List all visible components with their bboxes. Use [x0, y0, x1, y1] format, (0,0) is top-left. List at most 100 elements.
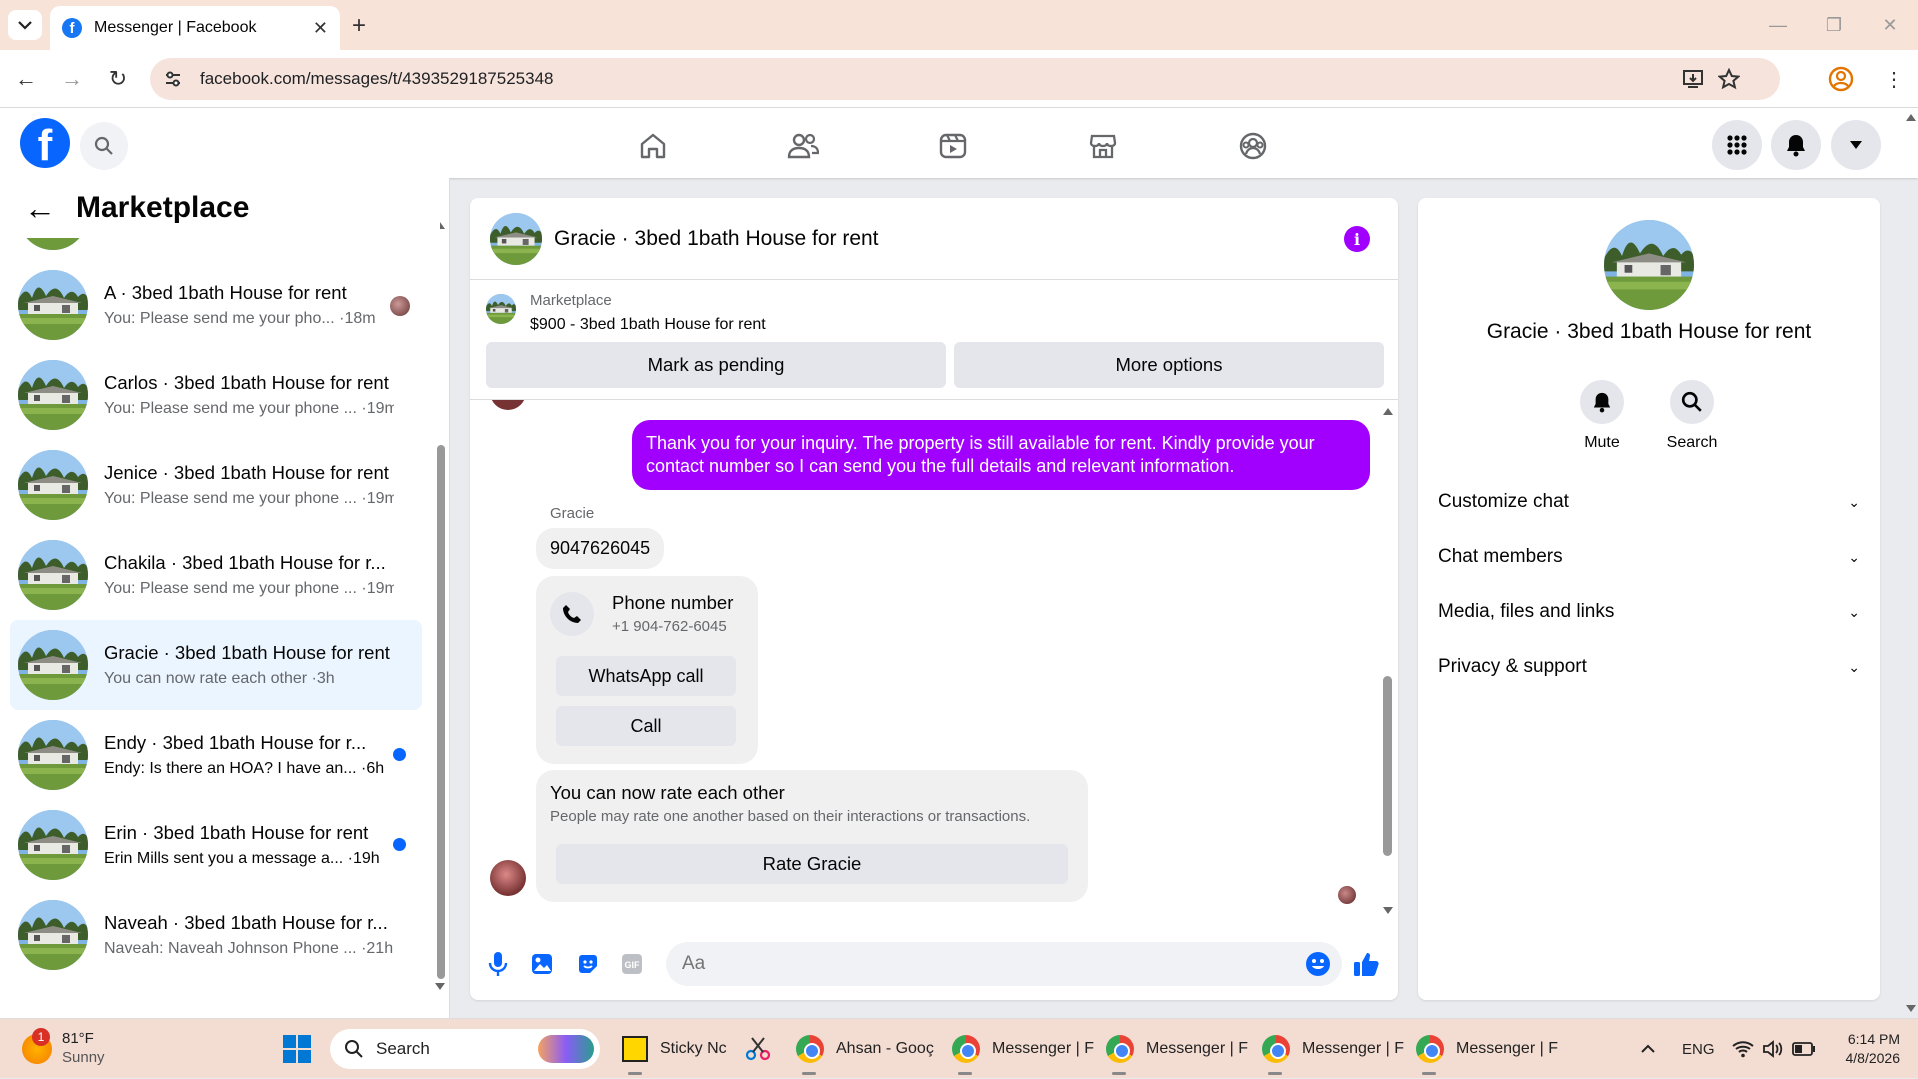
minimize-icon[interactable]: —: [1750, 0, 1806, 50]
taskbar-search[interactable]: Search: [330, 1019, 600, 1079]
nav-home[interactable]: [633, 126, 673, 166]
facebook-search-button[interactable]: [80, 122, 128, 170]
forward-arrow-icon[interactable]: →: [56, 63, 88, 95]
conversation-scrollbar[interactable]: [434, 220, 446, 990]
profile-avatar[interactable]: [1604, 220, 1694, 310]
section-media-files-links[interactable]: Media, files and links ⌄: [1438, 592, 1860, 632]
conversation-name: Chakila · 3bed 1bath House for r...: [104, 552, 386, 573]
scroll-down-icon[interactable]: [1382, 906, 1394, 916]
marketplace-listing-bar: Marketplace $900 - 3bed 1bath House for …: [470, 280, 1398, 400]
browser-tab-messenger[interactable]: f Messenger | Facebook ✕: [50, 6, 340, 50]
conversation-item[interactable]: A · 3bed 1bath House for rent You: Please…: [10, 260, 422, 350]
avatar[interactable]: [490, 860, 526, 896]
start-button[interactable]: [282, 1019, 312, 1079]
conversation-item[interactable]: Endy · 3bed 1bath House for r... Endy: Is…: [10, 710, 422, 800]
weather-desc: Sunny: [62, 1049, 105, 1066]
scroll-up-icon[interactable]: [1382, 406, 1394, 416]
chat-title[interactable]: Gracie · 3bed 1bath House for rent: [554, 227, 879, 251]
taskbar-app-snipping-tool[interactable]: [744, 1019, 772, 1079]
nav-marketplace[interactable]: [1083, 126, 1123, 166]
section-privacy-support[interactable]: Privacy & support ⌄: [1438, 647, 1860, 687]
tab-close-icon[interactable]: ✕: [313, 18, 328, 39]
conversation-item[interactable]: Gracie · 3bed 1bath House for rent You ca…: [10, 620, 422, 710]
weather-widget[interactable]: 1 81°F Sunny: [22, 1019, 105, 1079]
restore-icon[interactable]: ❐: [1806, 0, 1862, 50]
back-arrow-icon[interactable]: ←: [24, 190, 56, 227]
notifications-button[interactable]: [1771, 120, 1821, 170]
sticker-icon[interactable]: [574, 950, 602, 978]
nav-groups[interactable]: [1233, 126, 1273, 166]
scroll-thumb[interactable]: [437, 445, 445, 979]
taskbar-app-chrome-ahsan[interactable]: Ahsan - Gooç: [796, 1019, 934, 1079]
taskbar-app-label: Messenger | F: [1146, 1040, 1248, 1057]
taskbar-app-chrome-messenger-3[interactable]: Messenger | F: [1262, 1019, 1404, 1079]
tab-search-button[interactable]: [8, 10, 42, 40]
scroll-down-icon[interactable]: [1905, 1004, 1917, 1014]
browser-menu-icon[interactable]: ⋮: [1878, 63, 1910, 95]
conversation-item[interactable]: Jenice · 3bed 1bath House for rent You: P…: [10, 440, 422, 530]
clock[interactable]: 6:14 PM 4/8/2026: [1836, 1019, 1901, 1079]
system-tray-expand[interactable]: [1640, 1019, 1656, 1079]
install-app-icon[interactable]: [1682, 68, 1704, 90]
listing-title[interactable]: $900 - 3bed 1bath House for rent: [530, 316, 766, 334]
nav-friends[interactable]: [783, 126, 823, 166]
page-scrollbar[interactable]: [1904, 108, 1918, 1018]
like-icon[interactable]: [1352, 950, 1380, 978]
call-button[interactable]: Call: [556, 706, 736, 746]
section-customize-chat[interactable]: Customize chat ⌄: [1438, 482, 1860, 522]
taskbar-app-chrome-messenger-1[interactable]: Messenger | F: [952, 1019, 1094, 1079]
back-arrow-icon[interactable]: ←: [10, 63, 42, 95]
mute-button[interactable]: Mute: [1562, 380, 1642, 452]
conversation-item[interactable]: Naveah · 3bed 1bath House for r... Naveah…: [10, 890, 422, 980]
section-chat-members[interactable]: Chat members ⌄: [1438, 537, 1860, 577]
gif-icon[interactable]: GIF: [618, 950, 646, 978]
nav-video[interactable]: [933, 126, 973, 166]
clock-date: 4/8/2026: [1845, 1050, 1901, 1066]
emoji-icon[interactable]: [1304, 950, 1332, 978]
info-icon[interactable]: i: [1344, 226, 1370, 252]
mark-as-pending-button[interactable]: Mark as pending: [486, 342, 946, 388]
mic-icon[interactable]: [484, 950, 512, 978]
windows-taskbar: 1 81°F Sunny Search Sticky Nc Ahsan - Go…: [0, 1018, 1918, 1078]
profile-icon[interactable]: [1828, 66, 1854, 92]
search-in-chat-button[interactable]: Search: [1652, 380, 1732, 452]
close-window-icon[interactable]: ✕: [1862, 0, 1918, 50]
conversation-item[interactable]: Chakila · 3bed 1bath House for r... You: …: [10, 530, 422, 620]
facebook-logo[interactable]: f: [20, 118, 70, 168]
groups-icon: [1239, 132, 1267, 160]
conversation-item[interactable]: Carlos · 3bed 1bath House for rent You: P…: [10, 350, 422, 440]
account-button[interactable]: [1831, 120, 1881, 170]
more-options-button[interactable]: More options: [954, 342, 1384, 388]
seen-indicator-avatar: [390, 296, 410, 316]
address-bar[interactable]: facebook.com/messages/t/4393529187525348: [150, 58, 1780, 100]
listing-thumbnail[interactable]: [486, 294, 516, 324]
rate-gracie-button[interactable]: Rate Gracie: [556, 844, 1068, 884]
scroll-down-icon[interactable]: [434, 982, 446, 992]
conversation-item[interactable]: Erin · 3bed 1bath House for rent Erin Mil…: [10, 800, 422, 890]
network-volume-battery[interactable]: [1732, 1019, 1816, 1079]
new-tab-button[interactable]: +: [352, 12, 366, 40]
bookmark-star-icon[interactable]: [1718, 68, 1740, 90]
chat-avatar[interactable]: [490, 212, 542, 265]
weather-temp: 81°F: [62, 1030, 94, 1048]
chat-window: Gracie · 3bed 1bath House for rent i Mar…: [470, 198, 1398, 1000]
chat-info-panel: Gracie · 3bed 1bath House for rent Mute …: [1418, 198, 1880, 1000]
reload-icon[interactable]: ↻: [102, 63, 134, 95]
taskbar-app-chrome-messenger-4[interactable]: Messenger | F: [1416, 1019, 1558, 1079]
avatar: [18, 360, 88, 430]
message-input[interactable]: [666, 942, 1342, 986]
scroll-thumb[interactable]: [1383, 676, 1392, 856]
language-indicator[interactable]: ENG: [1682, 1019, 1715, 1079]
menu-grid-button[interactable]: [1712, 120, 1762, 170]
browser-toolbar: ← → ↻ facebook.com/messages/t/4393529187…: [0, 50, 1918, 108]
image-icon[interactable]: [528, 950, 556, 978]
site-settings-icon[interactable]: [164, 71, 182, 87]
chat-scrollbar[interactable]: [1380, 400, 1394, 920]
bell-icon: [1580, 380, 1624, 424]
whatsapp-call-button[interactable]: WhatsApp call: [556, 656, 736, 696]
chrome-icon: [1106, 1035, 1134, 1063]
unread-dot: [393, 748, 406, 761]
scroll-up-icon[interactable]: [1905, 112, 1917, 122]
taskbar-app-chrome-messenger-2[interactable]: Messenger | F: [1106, 1019, 1248, 1079]
taskbar-app-sticky-notes[interactable]: Sticky Nc: [622, 1019, 727, 1079]
